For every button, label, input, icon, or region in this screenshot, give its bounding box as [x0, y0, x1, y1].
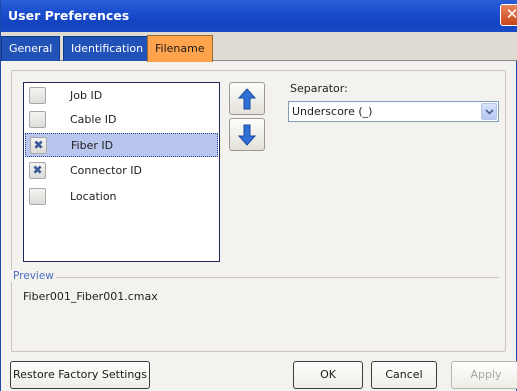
job-id-checkbox[interactable] [29, 87, 46, 104]
tab-identification[interactable]: Identification [63, 36, 152, 61]
arrow-down-icon [238, 124, 256, 146]
move-up-button[interactable] [229, 82, 265, 115]
cancel-button[interactable]: Cancel [371, 361, 437, 389]
preview-legend: Preview [11, 270, 56, 282]
preferences-window: User Preferences ✕ General Identificatio… [0, 0, 517, 391]
separator-value: Underscore (_) [292, 105, 373, 118]
preview-filename: Fiber001_Fiber001.cmax [23, 290, 158, 303]
list-item-label: Job ID [70, 89, 103, 102]
chevron-down-icon [485, 109, 494, 115]
connector-id-checkbox[interactable]: ✖ [29, 162, 46, 179]
list-item-location[interactable]: Location [25, 185, 218, 209]
cable-id-checkbox[interactable] [29, 111, 46, 128]
list-item-label: Fiber ID [71, 139, 114, 152]
close-button[interactable]: ✕ [500, 4, 517, 26]
list-item-connector-id[interactable]: ✖ Connector ID [25, 159, 218, 183]
location-checkbox[interactable] [29, 188, 46, 205]
fiber-id-checkbox[interactable]: ✖ [30, 137, 47, 154]
list-item-job-id[interactable]: Job ID [25, 84, 218, 108]
list-item-cable-id[interactable]: Cable ID [25, 108, 218, 132]
tab-general[interactable]: General [1, 36, 61, 61]
arrow-up-icon [238, 88, 256, 110]
separator-label: Separator: [290, 82, 348, 95]
list-item-label: Cable ID [70, 113, 117, 126]
title-bar[interactable]: User Preferences ✕ [1, 0, 517, 32]
apply-button[interactable]: Apply [451, 361, 517, 389]
list-item-label: Location [70, 190, 117, 203]
ok-button[interactable]: OK [293, 361, 363, 389]
filename-components-list[interactable]: Job ID Cable ID ✖ Fiber ID ✖ Connector I… [23, 82, 220, 262]
restore-factory-settings-button[interactable]: Restore Factory Settings [10, 361, 150, 389]
list-item-fiber-id[interactable]: ✖ Fiber ID [25, 133, 218, 157]
separator-select[interactable]: Underscore (_) [288, 101, 499, 122]
list-item-label: Connector ID [70, 164, 142, 177]
dropdown-button[interactable] [481, 103, 497, 120]
tab-filename[interactable]: Filename [147, 35, 213, 62]
close-icon: ✕ [505, 5, 517, 23]
tab-strip: General Identification Filename [1, 32, 517, 62]
window-title: User Preferences [8, 8, 130, 23]
move-down-button[interactable] [229, 118, 265, 151]
